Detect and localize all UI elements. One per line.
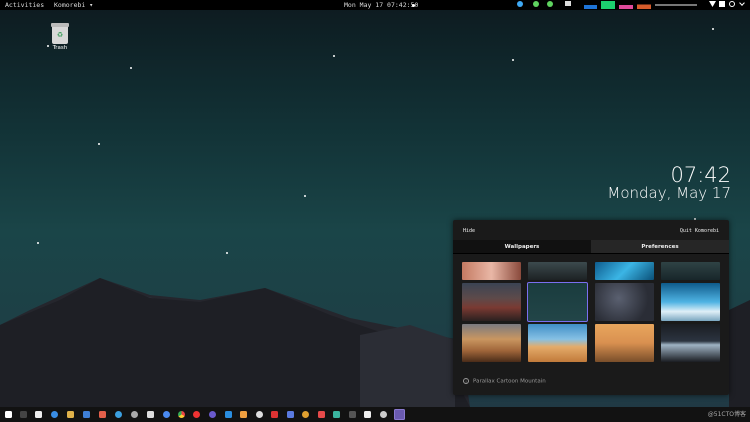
notification-dot-icon — [412, 3, 415, 7]
app-icon[interactable] — [240, 411, 247, 418]
watermark: @51CTO博客 — [707, 411, 746, 418]
desktop-clock-date: Monday, May 17 — [607, 184, 731, 202]
top-bar: Activities Komorebi ▾ Mon May 17 07:42:5… — [0, 0, 750, 10]
star — [304, 195, 306, 197]
network-speed-icon — [655, 4, 697, 6]
selected-wallpaper-name: Parallax Cartoon Mountain — [473, 378, 546, 385]
komorebi-panel: Hide Quit Komorebi Wallpapers Preference… — [453, 220, 729, 395]
tab-preferences[interactable]: Preferences — [591, 240, 729, 253]
app-icon[interactable] — [131, 411, 138, 418]
vscode-icon[interactable] — [225, 411, 232, 418]
app-icon[interactable] — [256, 411, 263, 418]
app-icon[interactable] — [147, 411, 154, 418]
system-tray — [515, 0, 750, 9]
cpu-graph-icon — [584, 1, 597, 9]
selected-wallpaper-caption: i Parallax Cartoon Mountain — [463, 378, 546, 385]
wallpaper-thumbnail-selected[interactable] — [527, 282, 588, 322]
star — [512, 59, 514, 61]
tray-app-icon[interactable] — [547, 1, 553, 7]
chrome-icon[interactable] — [178, 411, 185, 418]
star — [98, 143, 100, 145]
app-icon[interactable] — [287, 411, 294, 418]
wallpaper-thumbnail[interactable] — [528, 262, 587, 280]
trash-desktop-icon[interactable]: ♻ Trash — [48, 23, 72, 51]
load-graph-icon — [637, 1, 651, 9]
star — [130, 67, 132, 69]
app-icon[interactable] — [99, 411, 106, 418]
wallpaper-grid — [462, 262, 721, 362]
activities-button[interactable]: Activities — [5, 0, 44, 10]
tray-app-icon[interactable] — [533, 1, 539, 7]
app-icon[interactable] — [380, 411, 387, 418]
wallpaper-thumbnail[interactable] — [462, 324, 521, 362]
dock — [0, 407, 750, 422]
wallpaper-thumbnail[interactable] — [462, 283, 521, 321]
text-editor-icon[interactable] — [35, 411, 42, 418]
tray-app-icon[interactable] — [517, 1, 523, 7]
wallpaper-thumbnail[interactable] — [595, 324, 654, 362]
volume-icon[interactable] — [719, 1, 725, 7]
trash-label: Trash — [52, 45, 68, 51]
app-icon[interactable] — [271, 411, 278, 418]
komorebi-dock-icon[interactable] — [394, 409, 405, 420]
app-icon[interactable] — [163, 411, 170, 418]
app-icon[interactable] — [193, 411, 200, 418]
star — [226, 252, 228, 254]
app-icon[interactable] — [209, 411, 216, 418]
files-icon[interactable] — [67, 411, 74, 418]
tray-app-icon[interactable] — [565, 1, 571, 6]
app-menu[interactable]: Komorebi ▾ — [54, 0, 93, 10]
chevron-down-icon[interactable] — [739, 0, 745, 6]
memory-graph-icon — [601, 1, 615, 9]
wallpaper-thumbnail[interactable] — [595, 262, 654, 280]
swap-graph-icon — [619, 1, 633, 9]
wallpaper-thumbnail[interactable] — [661, 324, 720, 362]
hide-button[interactable]: Hide — [463, 228, 475, 234]
wallpaper-thumbnail[interactable] — [595, 283, 654, 321]
app-icon[interactable] — [364, 411, 371, 418]
app-icon[interactable] — [83, 411, 90, 418]
app-icon[interactable] — [349, 411, 356, 418]
tab-wallpapers[interactable]: Wallpapers — [453, 240, 591, 253]
app-icon[interactable] — [115, 411, 122, 418]
star — [333, 55, 335, 57]
power-icon[interactable] — [729, 1, 735, 7]
info-icon: i — [463, 378, 469, 384]
wallpaper-thumbnail[interactable] — [661, 262, 720, 280]
wallpaper-thumbnail[interactable] — [661, 283, 720, 321]
star — [712, 28, 714, 30]
browser-icon[interactable] — [51, 411, 58, 418]
topbar-clock[interactable]: Mon May 17 07:42:50 — [344, 0, 418, 10]
app-icon[interactable] — [318, 411, 325, 418]
quit-komorebi-button[interactable]: Quit Komorebi — [680, 228, 719, 234]
show-apps-icon[interactable] — [5, 411, 12, 418]
wallpaper-thumbnail[interactable] — [462, 262, 521, 280]
terminal-icon[interactable] — [20, 411, 27, 418]
trash-icon: ♻ — [51, 23, 69, 44]
wifi-icon[interactable] — [709, 1, 716, 7]
star — [37, 242, 39, 244]
app-icon[interactable] — [302, 411, 309, 418]
wallpaper-thumbnail[interactable] — [528, 324, 587, 362]
app-icon[interactable] — [333, 411, 340, 418]
